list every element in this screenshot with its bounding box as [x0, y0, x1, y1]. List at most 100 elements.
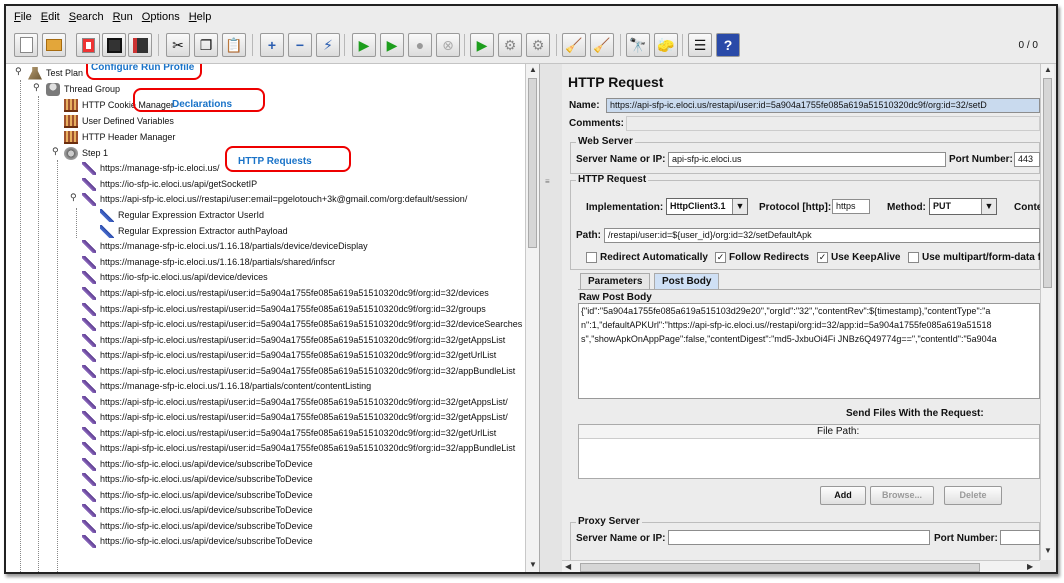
- server-input[interactable]: api-sfp-ic.eloci.us: [668, 152, 946, 167]
- collapse-icon[interactable]: ⚲: [52, 146, 59, 157]
- cut-icon[interactable]: ✂: [166, 33, 190, 57]
- clear-all-icon[interactable]: 🧹: [590, 33, 614, 57]
- port-input[interactable]: 443: [1014, 152, 1040, 167]
- tree-node-sampler[interactable]: https://api-sfp-ic.eloci.us//restapi/use…: [82, 192, 467, 206]
- tree-node-sampler[interactable]: https://io-sfp-ic.eloci.us/api/device/su…: [82, 488, 313, 502]
- tree-node-step[interactable]: Step 1: [64, 146, 108, 160]
- toggle-icon[interactable]: ⚡: [316, 33, 340, 57]
- method-select[interactable]: PUT ▼: [929, 198, 997, 215]
- remote-start-icon[interactable]: ▶: [470, 33, 494, 57]
- function-helper-icon[interactable]: ☰: [688, 33, 712, 57]
- tab-parameters[interactable]: Parameters: [580, 273, 651, 290]
- tree-node-extractor[interactable]: Regular Expression Extractor UserId: [100, 208, 264, 222]
- reset-search-icon[interactable]: 🧽: [654, 33, 678, 57]
- menu-file[interactable]: File: [14, 11, 32, 23]
- scroll-up-icon[interactable]: ▲: [1044, 65, 1052, 74]
- paste-icon[interactable]: 📋: [222, 33, 246, 57]
- tree-node-sampler[interactable]: https://api-sfp-ic.eloci.us/restapi/user…: [82, 364, 515, 378]
- scroll-up-icon[interactable]: ▲: [529, 65, 537, 74]
- name-input[interactable]: https://api-sfp-ic.eloci.us/restapi/user…: [606, 98, 1040, 113]
- tree-node-sampler[interactable]: https://io-sfp-ic.eloci.us/api/getSocket…: [82, 177, 257, 191]
- start-icon[interactable]: ▶: [352, 33, 376, 57]
- split-pane-divider[interactable]: ≡: [540, 64, 562, 572]
- scroll-left-icon[interactable]: ◀: [565, 562, 571, 571]
- tree-node-sampler[interactable]: https://api-sfp-ic.eloci.us/restapi/user…: [82, 286, 489, 300]
- panel-hscroll-thumb[interactable]: [580, 563, 980, 572]
- open-icon[interactable]: [42, 33, 66, 57]
- save-icon[interactable]: [102, 33, 126, 57]
- panel-hscrollbar[interactable]: ◀ ▶: [562, 560, 1040, 572]
- tree-scroll-thumb[interactable]: [528, 78, 537, 248]
- tree-node-sampler[interactable]: https://io-sfp-ic.eloci.us/api/device/su…: [82, 519, 313, 533]
- copy-icon[interactable]: ❐: [194, 33, 218, 57]
- clear-icon[interactable]: 🧹: [562, 33, 586, 57]
- implementation-select[interactable]: HttpClient3.1 ▼: [666, 198, 748, 215]
- expand-icon[interactable]: +: [260, 33, 284, 57]
- tree-node-sampler[interactable]: https://manage-sfp-ic.eloci.us/1.16.18/p…: [82, 239, 368, 253]
- scroll-down-icon[interactable]: ▼: [529, 560, 537, 569]
- save-as-icon[interactable]: [128, 33, 152, 57]
- panel-scrollbar[interactable]: ▲ ▼: [1040, 64, 1054, 560]
- tree-node-sampler[interactable]: https://api-sfp-ic.eloci.us/restapi/user…: [82, 410, 508, 424]
- files-table[interactable]: File Path:: [578, 424, 1040, 479]
- tree-node-extractor[interactable]: Regular Expression Extractor authPayload: [100, 224, 288, 238]
- tree-node-sampler[interactable]: https://io-sfp-ic.eloci.us/api/device/su…: [82, 457, 313, 471]
- tree-node-header-manager[interactable]: HTTP Header Manager: [64, 130, 175, 144]
- keepalive-checkbox[interactable]: ✓: [817, 252, 828, 263]
- delete-button[interactable]: Delete: [944, 486, 1002, 505]
- templates-icon[interactable]: [76, 33, 100, 57]
- tree-node-sampler[interactable]: https://manage-sfp-ic.eloci.us/1.16.18/p…: [82, 379, 371, 393]
- remote-stop-icon[interactable]: ⚙: [498, 33, 522, 57]
- tree-node-sampler[interactable]: https://io-sfp-ic.eloci.us/api/device/su…: [82, 503, 313, 517]
- tree-node-sampler[interactable]: https://io-sfp-ic.eloci.us/api/device/de…: [82, 270, 268, 284]
- post-body-textarea[interactable]: {"id":"5a904a1755fe085a619a515103d29e20"…: [578, 303, 1040, 399]
- tree-node-sampler[interactable]: https://io-sfp-ic.eloci.us/api/device/su…: [82, 472, 313, 486]
- follow-redirects-checkbox[interactable]: ✓: [715, 252, 726, 263]
- menu-edit[interactable]: Edit: [41, 11, 60, 23]
- tab-post-body[interactable]: Post Body: [654, 273, 720, 290]
- tree-node-sampler[interactable]: https://io-sfp-ic.eloci.us/api/device/su…: [82, 534, 313, 548]
- menu-search[interactable]: Search: [69, 11, 104, 23]
- tree-node-sampler[interactable]: https://api-sfp-ic.eloci.us/restapi/user…: [82, 441, 515, 455]
- add-button[interactable]: Add: [820, 486, 866, 505]
- search-icon[interactable]: 🔭: [626, 33, 650, 57]
- protocol-input[interactable]: https: [832, 199, 870, 214]
- menu-run[interactable]: Run: [113, 11, 133, 23]
- tree-node-user-vars[interactable]: User Defined Variables: [64, 114, 174, 128]
- collapse-icon[interactable]: −: [288, 33, 312, 57]
- tree-node-sampler[interactable]: https://manage-sfp-ic.eloci.us/: [82, 161, 220, 175]
- tree-node-sampler[interactable]: https://manage-sfp-ic.eloci.us/1.16.18/p…: [82, 255, 335, 269]
- browse-button[interactable]: Browse...: [870, 486, 934, 505]
- new-icon[interactable]: [14, 33, 38, 57]
- tree-node-sampler[interactable]: https://api-sfp-ic.eloci.us/restapi/user…: [82, 348, 496, 362]
- proxy-port-input[interactable]: [1000, 530, 1040, 545]
- collapse-icon[interactable]: ⚲: [70, 192, 77, 203]
- tree-node-thread-group[interactable]: Thread Group: [46, 82, 120, 96]
- redirect-auto-checkbox[interactable]: [586, 252, 597, 263]
- panel-scroll-thumb[interactable]: [1043, 78, 1052, 288]
- tree-node-sampler[interactable]: https://api-sfp-ic.eloci.us/restapi/user…: [82, 317, 522, 331]
- help-icon[interactable]: ?: [716, 33, 740, 57]
- tree-node-test-plan[interactable]: Test Plan: [28, 66, 83, 80]
- start-no-pause-icon[interactable]: ▶: [380, 33, 404, 57]
- tree-scrollbar[interactable]: ▲ ▼: [525, 64, 539, 572]
- tree-node-sampler[interactable]: https://api-sfp-ic.eloci.us/restapi/user…: [82, 395, 508, 409]
- chevron-down-icon[interactable]: ▼: [981, 199, 996, 214]
- menu-options[interactable]: Options: [142, 11, 180, 23]
- path-input[interactable]: /restapi/user:id=${user_id}/org:id=32/se…: [604, 228, 1040, 243]
- menu-help[interactable]: Help: [189, 11, 212, 23]
- scroll-right-icon[interactable]: ▶: [1027, 562, 1033, 571]
- multipart-checkbox[interactable]: [908, 252, 919, 263]
- scroll-down-icon[interactable]: ▼: [1044, 546, 1052, 555]
- grip-icon[interactable]: ≡: [545, 177, 550, 186]
- comments-input[interactable]: [626, 116, 1040, 131]
- tree-node-sampler[interactable]: https://api-sfp-ic.eloci.us/restapi/user…: [82, 302, 486, 316]
- collapse-icon[interactable]: ⚲: [15, 66, 22, 77]
- collapse-icon[interactable]: ⚲: [33, 82, 40, 93]
- proxy-server-input[interactable]: [668, 530, 930, 545]
- tree-node-sampler[interactable]: https://api-sfp-ic.eloci.us/restapi/user…: [82, 426, 496, 440]
- remote-shutdown-icon[interactable]: ⚙: [526, 33, 550, 57]
- stop-icon[interactable]: ●: [408, 33, 432, 57]
- tree-node-sampler[interactable]: https://api-sfp-ic.eloci.us/restapi/user…: [82, 333, 505, 347]
- shutdown-icon[interactable]: ⊗: [436, 33, 460, 57]
